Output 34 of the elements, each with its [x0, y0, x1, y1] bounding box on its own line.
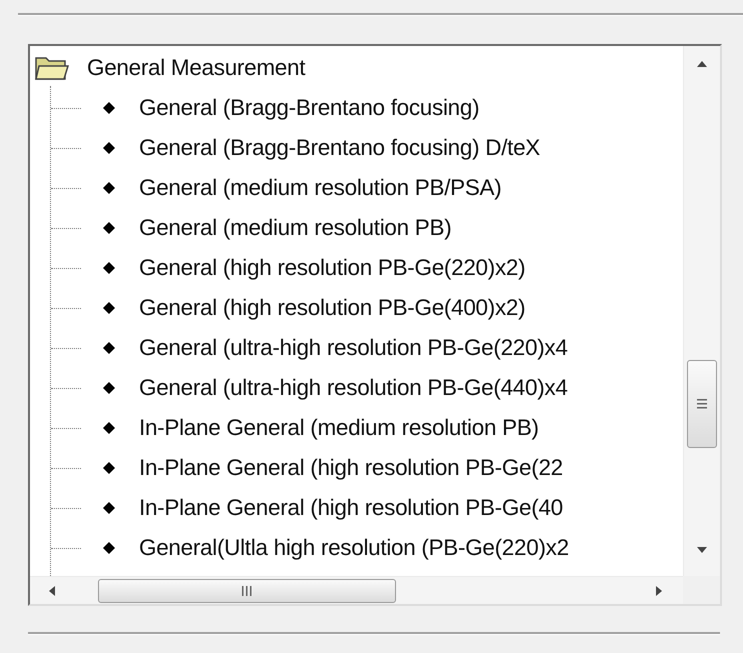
scroll-thumb[interactable]: [687, 360, 717, 448]
diamond-icon: [103, 102, 115, 114]
diamond-icon: [103, 542, 115, 554]
scroll-thumb[interactable]: [98, 578, 396, 602]
tree-item[interactable]: General (ultra-high resolution PB-Ge(220)x4: [30, 328, 683, 368]
tree-item[interactable]: General (Bragg-Brentano focusing) D/teX: [30, 128, 683, 168]
vertical-scrollbar[interactable]: [683, 46, 720, 576]
diamond-icon: [103, 342, 115, 354]
tree-item-label: General Measurement: [87, 55, 306, 81]
tree-item[interactable]: General (high resolution PB-Ge(220)x2): [30, 248, 683, 288]
horizontal-scrollbar[interactable]: [30, 576, 683, 604]
diamond-icon: [103, 422, 115, 434]
tree-item[interactable]: General (Bragg-Brentano focusing): [30, 88, 683, 128]
tree-item[interactable]: In-Plane General (medium resolution PB): [30, 408, 683, 448]
diamond-icon: [103, 462, 115, 474]
diamond-icon: [103, 222, 115, 234]
tree-item[interactable]: General(Ultla high resolution (PB-Ge(220)x2: [30, 528, 683, 568]
tree-item[interactable]: In-Plane General (high resolution PB-Ge(22: [30, 448, 683, 488]
diamond-icon: [103, 302, 115, 314]
scrollbar-corner: [683, 576, 720, 604]
diamond-icon: [103, 262, 115, 274]
diamond-icon: [103, 142, 115, 154]
folder-icon: [35, 55, 69, 81]
tree-item[interactable]: General (medium resolution PB): [30, 208, 683, 248]
diamond-icon: [103, 382, 115, 394]
tree-item[interactable]: In-Plane General (high resolution PB-Ge(40: [30, 488, 683, 528]
tree-item[interactable]: General (medium resolution PB/PSA): [30, 168, 683, 208]
grip-icon: [696, 398, 708, 410]
diamond-icon: [103, 502, 115, 514]
diamond-icon: [103, 182, 115, 194]
tree-item[interactable]: General (high resolution PB-Ge(400)x2): [30, 288, 683, 328]
tree-node[interactable]: General Measurement: [30, 48, 683, 88]
tree-item[interactable]: General (ultra-high resolution PB-Ge(440)x4: [30, 368, 683, 408]
grip-icon: [241, 584, 253, 596]
